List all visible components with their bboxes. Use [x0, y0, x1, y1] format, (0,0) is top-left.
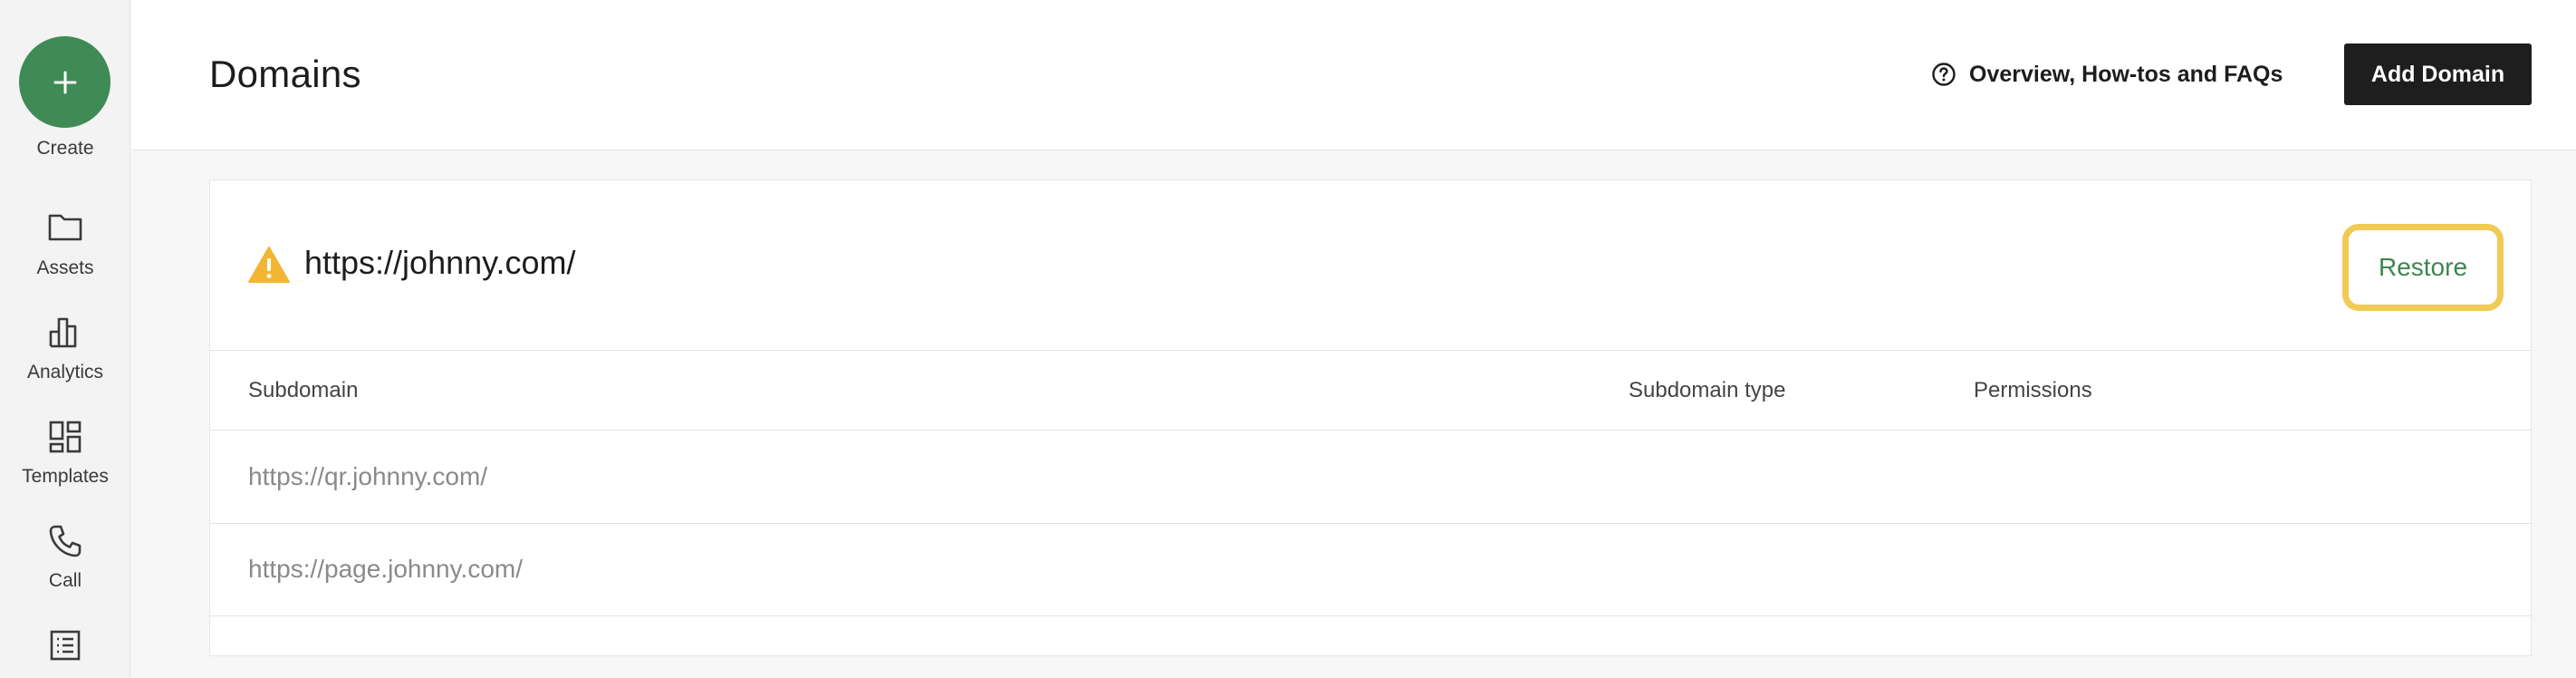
sidebar: Create Assets Analytics Templates Call: [0, 0, 130, 678]
help-link[interactable]: Overview, How-tos and FAQs: [1931, 58, 2283, 91]
sidebar-item-label: Assets: [36, 257, 94, 278]
table-row[interactable]: https://page.johnny.com/: [210, 524, 2531, 616]
subdomain-url[interactable]: https://page.johnny.com/: [248, 555, 523, 584]
list-document-icon: [45, 625, 85, 665]
dashboard-icon: [45, 417, 85, 457]
domain-url: https://johnny.com/: [304, 244, 576, 281]
add-domain-button[interactable]: Add Domain: [2344, 44, 2532, 105]
bar-chart-icon: [45, 312, 85, 352]
phone-icon: [45, 521, 85, 561]
folder-icon: [45, 207, 85, 247]
column-header-subdomain: Subdomain: [248, 378, 359, 402]
column-header-permissions: Permissions: [1974, 378, 2092, 402]
create-label: Create: [36, 138, 94, 159]
restore-button[interactable]: Restore: [2342, 224, 2504, 311]
domain-header: https://johnny.com/ Restore: [210, 180, 2531, 351]
page-title: Domains: [209, 53, 361, 95]
subdomain-table-header: Subdomain Subdomain type Permissions: [210, 351, 2531, 431]
sidebar-item-label: Templates: [22, 466, 109, 487]
sidebar-item-label: Analytics: [26, 362, 104, 383]
domain-card: https://johnny.com/ Restore Subdomain Su…: [209, 179, 2532, 656]
page-header: Domains Overview, How-tos and FAQs Add D…: [131, 0, 2576, 150]
create-button[interactable]: [19, 36, 111, 128]
plus-icon: [53, 71, 76, 93]
sidebar-item-label: Call: [48, 570, 82, 591]
warning-icon: [248, 247, 290, 283]
help-link-label: Overview, How-tos and FAQs: [1969, 61, 2283, 87]
column-header-subdomain-type: Subdomain type: [1629, 378, 1786, 402]
table-row[interactable]: https://qr.johnny.com/: [210, 431, 2531, 524]
help-circle-icon: [1932, 63, 1956, 86]
subdomain-url[interactable]: https://qr.johnny.com/: [248, 462, 487, 491]
